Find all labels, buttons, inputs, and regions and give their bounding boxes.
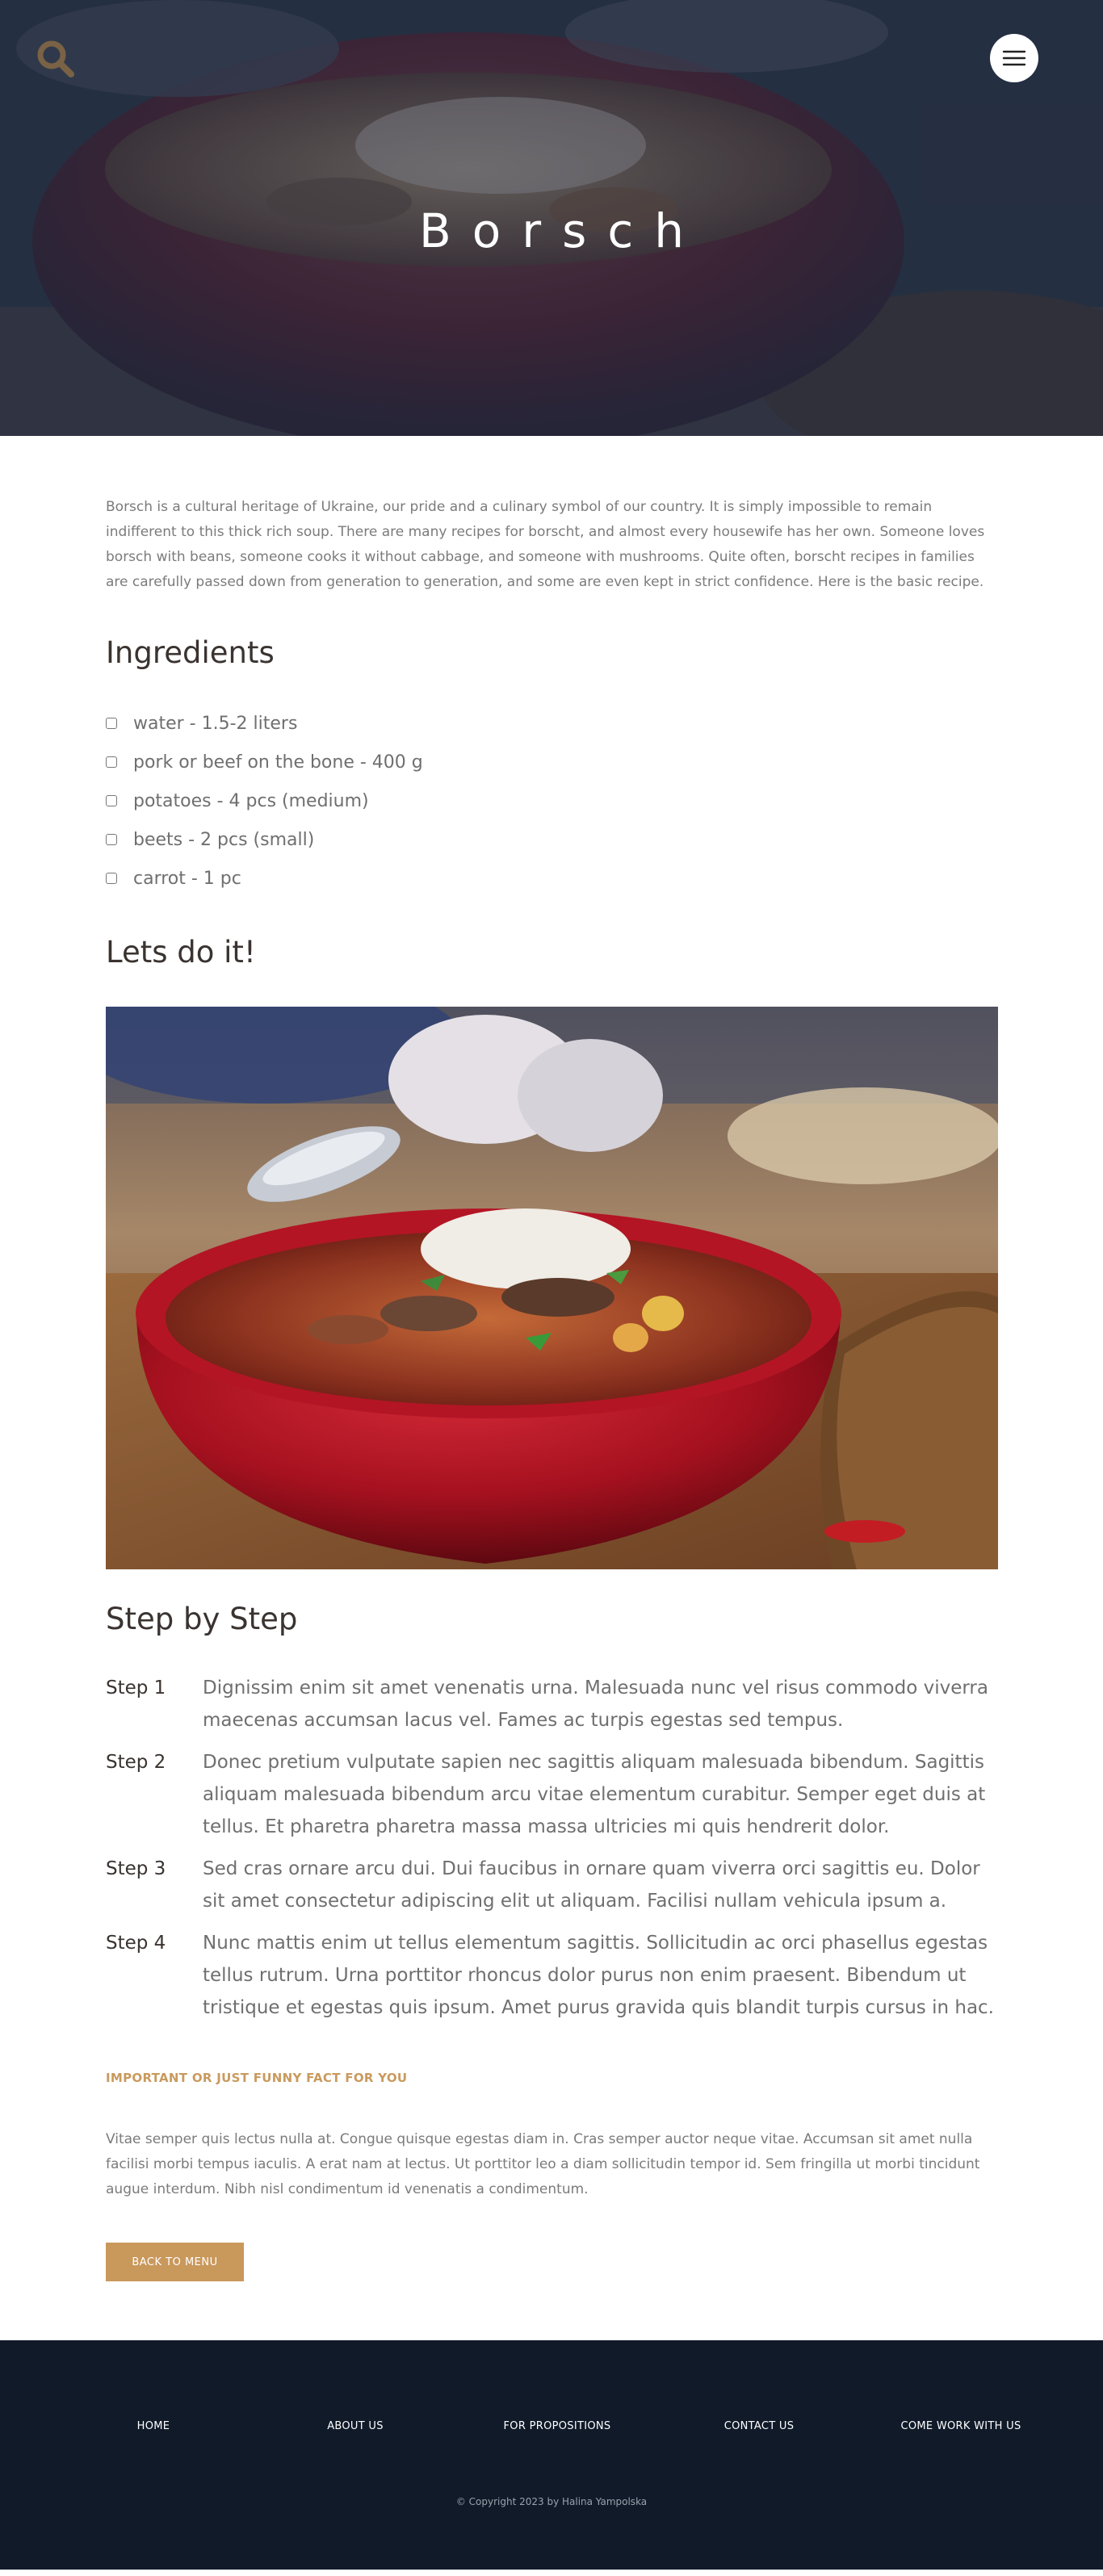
steps-list: Step 1 Dignissim enim sit amet venenatis…: [106, 1672, 997, 2024]
footer-link-home[interactable]: Home: [65, 2420, 242, 2432]
ingredient-checkbox[interactable]: [106, 873, 117, 884]
steps-heading: Step by Step: [106, 1602, 298, 1636]
step-row: Step 2 Donec pretium vulputate sapien ne…: [106, 1746, 997, 1843]
ingredient-item[interactable]: carrot - 1 pc: [106, 859, 997, 898]
footer-link-for-propositions[interactable]: For propositions: [468, 2420, 646, 2432]
ingredient-checkbox[interactable]: [106, 834, 117, 845]
ingredient-item[interactable]: beets - 2 pcs (small): [106, 820, 997, 859]
ingredient-item[interactable]: pork or beef on the bone - 400 g: [106, 743, 997, 781]
borsch-bowl-illustration: [106, 1007, 998, 1569]
footer-nav: Home About us For propositions Contact u…: [65, 2420, 1050, 2432]
ingredient-item[interactable]: water - 1.5-2 liters: [106, 704, 997, 743]
ingredients-list: water - 1.5-2 liters pork or beef on the…: [106, 704, 997, 898]
ingredient-label: pork or beef on the bone - 400 g: [133, 752, 423, 773]
step-text: Sed cras ornare arcu dui. Dui faucibus i…: [203, 1858, 980, 1912]
ingredient-label: beets - 2 pcs (small): [133, 829, 315, 850]
step-label: Step 3: [106, 1858, 166, 1879]
hamburger-menu-icon: [1002, 50, 1026, 66]
step-row: Step 1 Dignissim enim sit amet venenatis…: [106, 1672, 997, 1736]
ingredients-heading: Ingredients: [106, 635, 275, 670]
menu-button[interactable]: [990, 34, 1038, 82]
page-title: Borsch: [419, 203, 705, 258]
lets-do-it-heading: Lets do it!: [106, 935, 256, 970]
search-button[interactable]: [36, 39, 78, 81]
fact-heading: Important or just funny fact for you: [106, 2071, 408, 2085]
search-icon: [37, 40, 74, 77]
ingredient-checkbox[interactable]: [106, 756, 117, 768]
ingredient-checkbox[interactable]: [106, 795, 117, 806]
site-footer: Home About us For propositions Contact u…: [0, 2340, 1103, 2570]
hero-banner: Borsch: [0, 0, 1103, 436]
ingredient-checkbox[interactable]: [106, 718, 117, 729]
step-text: Dignissim enim sit amet venenatis urna. …: [203, 1678, 988, 1731]
footer-link-come-work-with-us[interactable]: Come work with us: [872, 2420, 1050, 2432]
borsch-photo: [106, 1007, 998, 1569]
step-row: Step 3 Sed cras ornare arcu dui. Dui fau…: [106, 1853, 997, 1917]
recipe-content: Borsch is a cultural heritage of Ukraine…: [0, 495, 1103, 2281]
step-text: Donec pretium vulputate sapien nec sagit…: [203, 1752, 986, 1837]
footer-link-contact-us[interactable]: Contact us: [670, 2420, 848, 2432]
step-label: Step 1: [106, 1678, 166, 1698]
back-to-menu-button[interactable]: Back to menu: [106, 2243, 244, 2281]
step-label: Step 2: [106, 1752, 166, 1773]
ingredient-label: water - 1.5-2 liters: [133, 713, 298, 734]
ingredient-label: carrot - 1 pc: [133, 868, 241, 889]
step-text: Nunc mattis enim ut tellus elementum sag…: [203, 1933, 994, 2018]
step-label: Step 4: [106, 1933, 166, 1954]
ingredient-label: potatoes - 4 pcs (medium): [133, 790, 369, 811]
ingredient-item[interactable]: potatoes - 4 pcs (medium): [106, 781, 997, 820]
step-row: Step 4 Nunc mattis enim ut tellus elemen…: [106, 1927, 997, 2024]
footer-link-about-us[interactable]: About us: [266, 2420, 444, 2432]
fact-paragraph: Vitae semper quis lectus nulla at. Congu…: [106, 2131, 980, 2197]
copyright: © Copyright 2023 by Halina Yampolska: [455, 2496, 648, 2507]
intro-paragraph: Borsch is a cultural heritage of Ukraine…: [106, 499, 985, 590]
